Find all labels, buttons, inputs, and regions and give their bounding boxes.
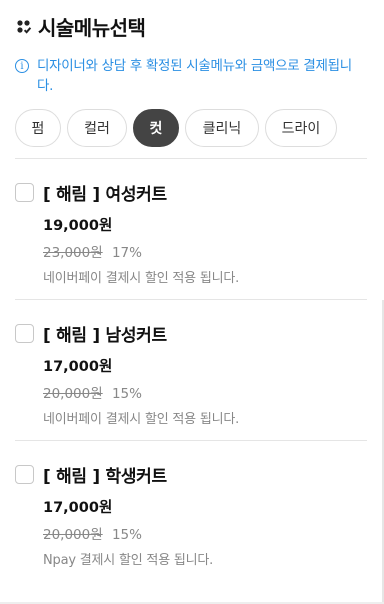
item-name: [ 해림 ] 남성커트 <box>43 326 167 346</box>
item-name: [ 해림 ] 학생커트 <box>43 467 167 487</box>
category-tabs: 펌 컬러 컷 클리닉 드라이 <box>15 109 337 147</box>
item-price: 17,000원 <box>43 500 113 516</box>
notice: i 디자이너와 상담 후 확정된 시술메뉴와 금액으로 결제됩니다. <box>15 56 360 96</box>
item-note: 네이버페이 결제시 할인 적용 됩니다. <box>43 412 240 427</box>
item-discount: 15% <box>111 527 142 543</box>
page-title: 시술메뉴선택 <box>38 16 146 40</box>
item-original-price: 20,000원 <box>43 386 103 402</box>
info-icon: i <box>15 59 29 73</box>
menu-grid-icon <box>17 19 32 34</box>
section-header: 시술메뉴선택 <box>16 12 146 41</box>
item-checkbox[interactable] <box>15 465 34 484</box>
tab-cut[interactable]: 컷 <box>133 109 179 147</box>
tab-clinic[interactable]: 클리닉 <box>185 109 259 147</box>
item-original-price: 23,000원 <box>43 245 103 261</box>
tab-dry[interactable]: 드라이 <box>265 109 337 147</box>
divider <box>15 440 367 441</box>
item-price: 17,000원 <box>43 359 113 375</box>
item-discount: 17% <box>111 245 142 261</box>
divider <box>15 158 367 159</box>
item-note: Npay 결제시 할인 적용 됩니다. <box>43 553 214 568</box>
notice-text: 디자이너와 상담 후 확정된 시술메뉴와 금액으로 결제됩니다. <box>37 58 352 94</box>
item-price: 19,000원 <box>43 218 113 234</box>
item-checkbox[interactable] <box>15 324 34 343</box>
menu-item: [ 해림 ] 여성커트 19,000원 23,000원 17% 네이버페이 결제… <box>15 180 355 286</box>
tab-color[interactable]: 컬러 <box>67 109 127 147</box>
tab-perm[interactable]: 펌 <box>15 109 61 147</box>
item-original-price: 20,000원 <box>43 527 103 543</box>
item-checkbox[interactable] <box>15 183 34 202</box>
item-note: 네이버페이 결제시 할인 적용 됩니다. <box>43 271 240 286</box>
menu-item: [ 해림 ] 남성커트 17,000원 20,000원 15% 네이버페이 결제… <box>15 321 355 427</box>
item-discount: 15% <box>111 386 142 402</box>
divider <box>15 299 367 300</box>
item-name: [ 해림 ] 여성커트 <box>43 185 167 205</box>
menu-item: [ 해림 ] 학생커트 17,000원 20,000원 15% Npay 결제시… <box>15 462 355 568</box>
